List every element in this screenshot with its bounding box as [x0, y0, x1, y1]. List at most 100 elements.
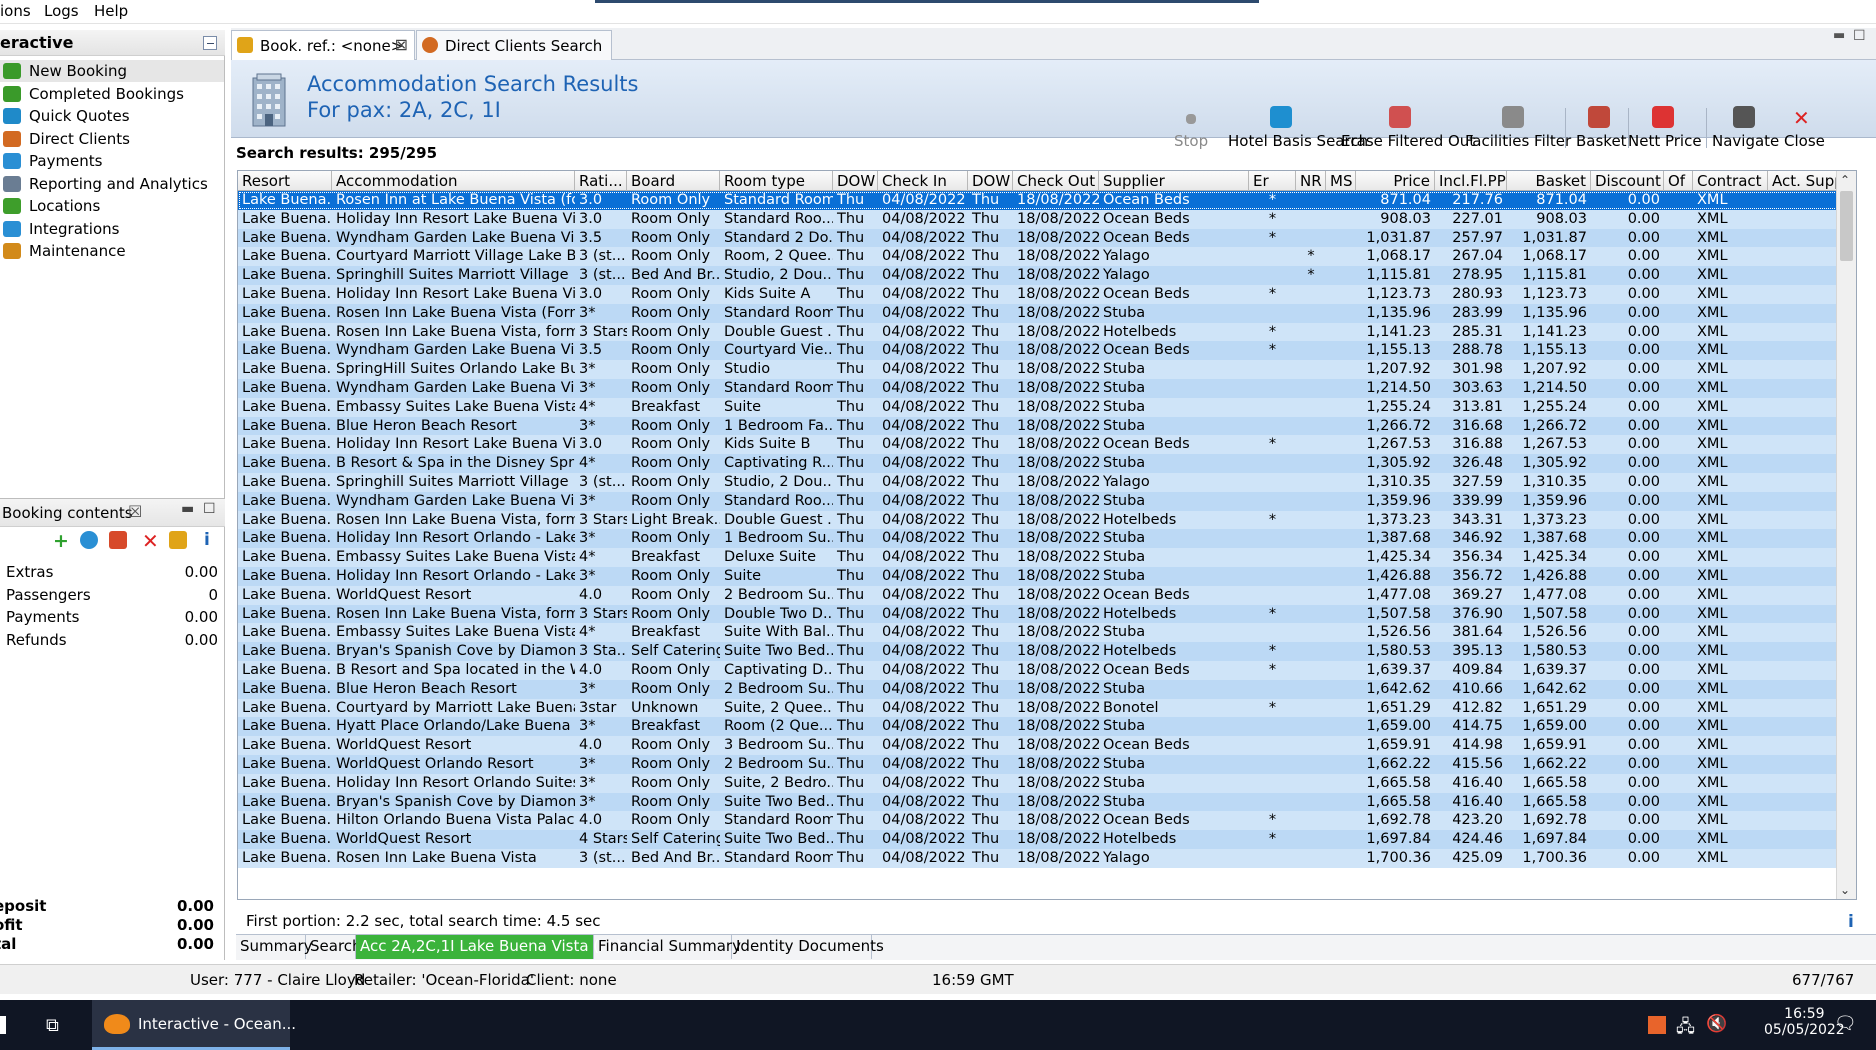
info-icon[interactable]: i [204, 530, 210, 550]
taskbar-clock[interactable]: 16:59 05/05/2022 [1764, 1006, 1845, 1038]
table-row[interactable]: Lake Buena... Blue Heron Beach Resort 3* Ro… [238, 416, 1850, 436]
table-row[interactable]: Lake Buena... Wyndham Garden Lake Buena V… [238, 491, 1850, 511]
table-row[interactable]: Lake Buena... Rosen Inn Lake Buena Vista,… [238, 510, 1850, 530]
column-header[interactable]: Accommodation [332, 171, 575, 191]
network-icon[interactable]: 🖧 [1676, 1014, 1695, 1043]
basket-edit-icon[interactable] [109, 531, 127, 549]
menu-help[interactable]: Help [94, 2, 128, 20]
table-row[interactable]: Lake Buena... Springhill Suites Marriott … [238, 473, 1850, 492]
table-row[interactable]: Lake Buena... WorldQuest Orlando Resort 3*… [238, 755, 1850, 774]
sidebar-item-maintenance[interactable]: Maintenance [0, 240, 224, 262]
table-row[interactable]: Lake Buena... Rosen Inn Lake Buena Vista,… [238, 604, 1850, 624]
column-header[interactable]: DOW [833, 171, 878, 191]
sidebar-item-payments[interactable]: Payments [0, 150, 224, 172]
bottom-tab-acc-2a-2c-1i-lake-buena-vista-fl[interactable]: Acc 2A,2C,1I Lake Buena Vista (FL) [356, 935, 622, 959]
table-row[interactable]: Lake Buena... B Resort & Spa in the Disne… [238, 454, 1850, 473]
table-row[interactable]: Lake Buena... Courtyard Marriott Village … [238, 247, 1850, 267]
column-header[interactable]: NR [1296, 171, 1326, 191]
menu-options[interactable]: ions [0, 2, 31, 20]
table-row[interactable]: Lake Buena... Springhill Suites Marriott … [238, 266, 1850, 285]
column-header[interactable]: Check In [878, 171, 968, 191]
close-icon[interactable]: ☒ [128, 502, 142, 521]
volume-muted-icon[interactable]: 🔇 [1706, 1014, 1727, 1034]
minimize-icon[interactable]: ▬ [181, 501, 194, 517]
table-row[interactable]: Lake Buena... SpringHill Suites Orlando L… [238, 360, 1850, 379]
sidebar-item-reporting-and-analytics[interactable]: Reporting and Analytics [0, 173, 224, 195]
column-header[interactable]: Resort [238, 171, 332, 191]
bottom-tab-identity-documents[interactable]: Identity Documents [732, 935, 884, 959]
table-row[interactable]: Lake Buena... Rosen Inn Lake Buena Vista,… [238, 322, 1850, 342]
table-row[interactable]: Lake Buena... Embassy Suites Lake Buena V… [238, 397, 1850, 417]
scroll-up-icon[interactable]: ⌃ [1840, 173, 1850, 187]
column-header[interactable]: Board [627, 171, 720, 191]
bottom-tab-search[interactable]: Search [306, 935, 362, 959]
basket-button[interactable]: Basket [1576, 104, 1627, 154]
scroll-down-icon[interactable]: ⌄ [1840, 883, 1850, 897]
column-header[interactable]: Discount [1591, 171, 1664, 191]
office-icon[interactable] [1648, 1016, 1666, 1034]
facilities-filter-button[interactable]: Facilities Filter [1465, 104, 1571, 154]
scroll-thumb[interactable] [1840, 191, 1853, 261]
bottom-tab-summary[interactable]: Summary [236, 935, 313, 959]
table-row[interactable]: Lake Buena... Wyndham Garden Lake Buena V… [238, 341, 1850, 361]
column-header[interactable]: Check Out [1013, 171, 1099, 191]
navigate-button[interactable]: Navigate [1712, 104, 1779, 154]
stop-button[interactable]: Stop [1174, 104, 1208, 154]
table-row[interactable]: Lake Buena... Hilton Orlando Buena Vista … [238, 811, 1850, 831]
notifications-icon[interactable]: 🗨 [1834, 1013, 1857, 1034]
table-row[interactable]: Lake Buena... Embassy Suites Lake Buena V… [238, 548, 1850, 567]
table-row[interactable]: Lake Buena... Rosen Inn at Lake Buena Vis… [238, 191, 1850, 210]
column-header[interactable]: MS [1326, 171, 1356, 191]
tab-booking-ref[interactable]: Book. ref.: <none> ⊠ [231, 30, 415, 60]
minimize-icon[interactable]: ▬ [1833, 28, 1845, 43]
table-row[interactable]: Lake Buena... Blue Heron Beach Resort 3* Ro… [238, 679, 1850, 699]
sidebar-item-direct-clients[interactable]: Direct Clients [0, 128, 224, 150]
table-row[interactable]: Lake Buena... Wyndham Garden Lake Buena V… [238, 379, 1850, 398]
column-header[interactable]: Er [1249, 171, 1296, 191]
table-row[interactable]: Lake Buena... Rosen Inn Lake Buena Vista … [238, 303, 1850, 323]
nett-price-button[interactable]: Nett Price [1628, 104, 1702, 154]
table-row[interactable]: Lake Buena... WorldQuest Resort 4.0 Room On… [238, 736, 1850, 755]
add-icon[interactable]: + [53, 530, 69, 552]
vertical-scrollbar[interactable]: ⌃ ⌄ [1836, 171, 1856, 899]
table-row[interactable]: Lake Buena... Bryan's Spanish Cove by Dia… [238, 792, 1850, 812]
table-row[interactable]: Lake Buena... Courtyard by Marriott Lake … [238, 698, 1850, 718]
close-button[interactable]: Close [1784, 104, 1825, 154]
start-icon[interactable] [0, 1016, 6, 1034]
palm-icon[interactable] [169, 531, 187, 549]
taskbar-app-interactive[interactable]: Interactive - Ocean... [92, 1000, 296, 1050]
table-row[interactable]: Lake Buena... Embassy Suites Lake Buena V… [238, 623, 1850, 643]
table-row[interactable]: Lake Buena... Rosen Inn Lake Buena Vista 3… [238, 849, 1850, 868]
collapse-icon[interactable] [203, 36, 217, 50]
table-row[interactable]: Lake Buena... Holiday Inn Resort Orlando … [238, 567, 1850, 586]
table-row[interactable]: Lake Buena... WorldQuest Resort 4 Stars Sel… [238, 830, 1850, 849]
table-row[interactable]: Lake Buena... Holiday Inn Resort Lake Bue… [238, 435, 1850, 455]
column-header[interactable]: Room type [720, 171, 833, 191]
close-tab-icon[interactable]: ⊠ [395, 35, 408, 54]
column-header[interactable]: Rati... [575, 171, 627, 191]
hotel-basis-search-button[interactable]: Hotel Basis Search [1228, 104, 1368, 154]
table-row[interactable]: Lake Buena... Holiday Inn Resort Lake Bue… [238, 285, 1850, 304]
menu-logs[interactable]: Logs [44, 2, 79, 20]
table-row[interactable]: Lake Buena... Hyatt Place Orlando/Lake Bu… [238, 717, 1850, 737]
table-row[interactable]: Lake Buena... WorldQuest Resort 4.0 Room On… [238, 585, 1850, 605]
refresh-icon[interactable] [80, 531, 98, 549]
sidebar-item-integrations[interactable]: Integrations [0, 218, 224, 240]
column-header[interactable]: Basket [1507, 171, 1591, 191]
sidebar-item-quick-quotes[interactable]: Quick Quotes [0, 105, 224, 127]
column-header[interactable]: Price [1356, 171, 1435, 191]
task-view-icon[interactable]: ⧉ [46, 1015, 59, 1036]
info-icon[interactable]: i [1848, 912, 1854, 932]
delete-icon[interactable]: ✕ [142, 529, 159, 553]
tab-direct-clients-search[interactable]: Direct Clients Search [416, 30, 612, 60]
maximize-icon[interactable]: ☐ [203, 501, 216, 517]
maximize-icon[interactable]: ☐ [1853, 28, 1866, 44]
column-header[interactable]: Supplier [1099, 171, 1249, 191]
table-row[interactable]: Lake Buena... Holiday Inn Resort Orlando … [238, 773, 1850, 793]
sidebar-item-completed-bookings[interactable]: Completed Bookings [0, 83, 224, 105]
table-row[interactable]: Lake Buena... Wyndham Garden Lake Buena V… [238, 228, 1850, 248]
table-row[interactable]: Lake Buena... Holiday Inn Resort Lake Bue… [238, 209, 1850, 229]
bottom-tab-financial-summary[interactable]: Financial Summary [594, 935, 741, 959]
table-row[interactable]: Lake Buena... Bryan's Spanish Cove by Dia… [238, 642, 1850, 661]
column-header[interactable]: Of [1664, 171, 1693, 191]
